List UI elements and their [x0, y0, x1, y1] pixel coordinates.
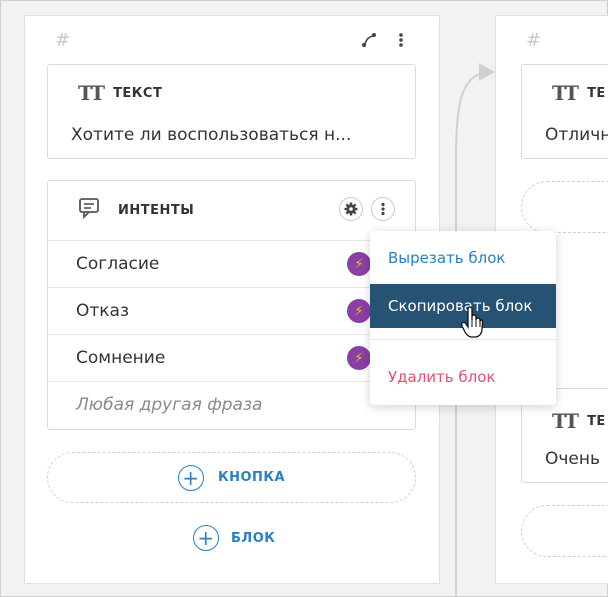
lightning-icon: ⚡: [347, 346, 371, 370]
intents-block[interactable]: ИНТЕНТЫ Согласие ⚡ Отказ ⚡ Сомнение ⚡ Лю…: [47, 180, 416, 430]
block-more-icon[interactable]: [371, 197, 395, 221]
intent-label: Сомнение: [76, 348, 166, 368]
settings-gear-icon[interactable]: [339, 197, 363, 221]
text-block-title: ТЕ: [587, 85, 606, 101]
hand-cursor-icon: [461, 306, 483, 338]
fallback-row[interactable]: Любая другая фраза: [48, 381, 415, 428]
add-button-label: КНОПКА: [217, 470, 286, 485]
chat-icon: [78, 197, 102, 223]
intent-row[interactable]: Отказ ⚡: [48, 287, 415, 334]
plus-icon: +: [193, 525, 219, 551]
plus-icon: +: [177, 464, 204, 491]
card-header-actions: [361, 32, 409, 48]
text-type-icon: TT: [78, 81, 105, 105]
menu-item-delete[interactable]: Удалить блок: [370, 355, 556, 399]
add-block-button[interactable]: + БЛОК: [193, 525, 275, 551]
hash-icon: #: [55, 30, 71, 51]
menu-item-cut[interactable]: Вырезать блок: [370, 236, 556, 280]
connect-icon[interactable]: [361, 32, 377, 48]
text-block-content: Отличн: [545, 125, 608, 145]
text-block-title: ТЕ: [587, 413, 606, 429]
text-block-content: Хотите ли воспользоваться н...: [71, 125, 352, 145]
lightning-icon: ⚡: [347, 252, 371, 276]
intent-label: Отказ: [76, 301, 130, 321]
hash-icon: #: [526, 30, 542, 51]
add-button-button[interactable]: [521, 505, 608, 557]
add-button-button[interactable]: + КНОПКА: [47, 452, 416, 503]
text-block[interactable]: TT ТЕКСТ Хотите ли воспользоваться н...: [47, 64, 416, 159]
text-block-title: ТЕКСТ: [113, 85, 163, 101]
add-block-label: БЛОК: [231, 530, 276, 546]
text-block-content: Очень: [545, 449, 601, 469]
text-type-icon: TT: [552, 81, 579, 105]
add-button-button[interactable]: [521, 181, 608, 233]
intent-label: Согласие: [76, 254, 160, 274]
lightning-icon: ⚡: [347, 299, 371, 323]
text-type-icon: TT: [552, 409, 579, 433]
text-block[interactable]: TT ТЕ Отличн: [521, 64, 608, 159]
more-vertical-icon[interactable]: [393, 32, 409, 48]
fallback-label: Любая другая фраза: [76, 395, 263, 415]
intent-row[interactable]: Сомнение ⚡: [48, 334, 415, 381]
intents-block-title: ИНТЕНТЫ: [118, 202, 195, 218]
intent-row[interactable]: Согласие ⚡: [48, 240, 415, 287]
